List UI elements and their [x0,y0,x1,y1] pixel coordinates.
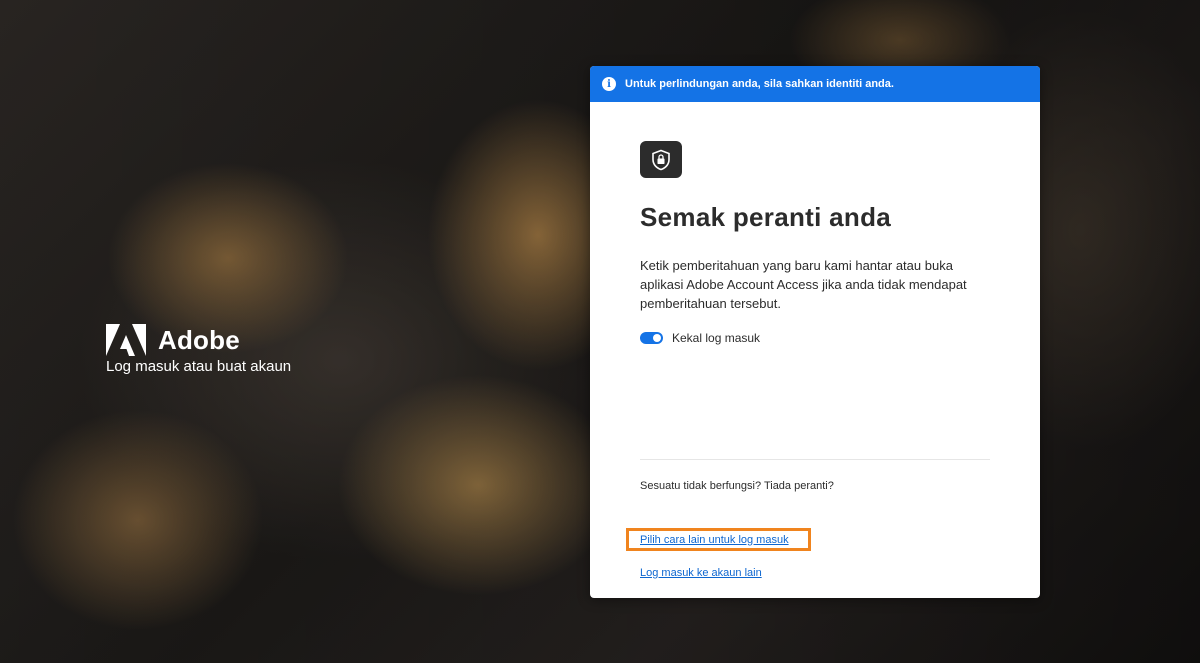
banner-text: Untuk perlindungan anda, sila sahkan ide… [625,78,894,90]
verify-device-card: i Untuk perlindungan anda, sila sahkan i… [590,66,1040,598]
help-text: Sesuatu tidak berfungsi? Tiada peranti? [640,480,834,492]
stay-signed-in-label: Kekal log masuk [672,331,761,345]
page-title: Semak peranti anda [640,202,892,232]
brand: Adobe Log masuk atau buat akaun [106,324,291,375]
security-banner: i Untuk perlindungan anda, sila sahkan i… [590,66,1040,102]
stay-signed-in-row[interactable]: Kekal log masuk [640,331,990,345]
brand-subtitle: Log masuk atau buat akaun [106,358,292,375]
highlighted-alt-method-link: Pilih cara lain untuk log masuk [626,528,811,551]
stay-signed-in-toggle[interactable] [640,332,663,344]
choose-other-method-link[interactable]: Pilih cara lain untuk log masuk [640,534,789,546]
brand-name: Adobe [158,324,240,355]
info-icon: i [602,77,616,91]
instructions-text: Ketik pemberitahuan yang baru kami hanta… [640,258,967,311]
divider [640,459,990,460]
adobe-logo-icon [106,324,146,356]
sign-in-other-account-link[interactable]: Log masuk ke akaun lain [640,567,762,579]
device-shield-icon [640,141,682,178]
